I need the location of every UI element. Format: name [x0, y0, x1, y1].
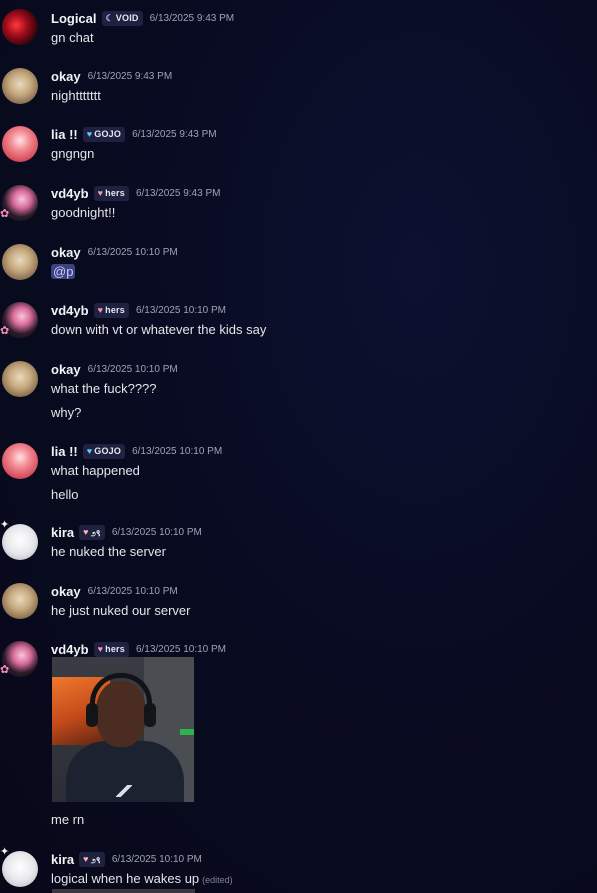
message-text: down with vt or whatever the kids say	[51, 322, 267, 337]
username[interactable]: okay	[51, 69, 81, 84]
tag-label: VOID	[115, 13, 139, 23]
username[interactable]: vd4yb	[51, 186, 89, 201]
server-tag[interactable]: ♥ hers	[93, 641, 129, 657]
avatar[interactable]	[2, 361, 38, 397]
message-header: kira ♥ ೨९ 6/13/2025 10:10 PM	[51, 849, 202, 869]
timestamp: 6/13/2025 10:10 PM	[135, 304, 227, 316]
server-tag[interactable]: ♥ ೨९	[79, 851, 105, 867]
star-icon: ✦	[0, 519, 10, 531]
message-header: vd4yb ♥ hers 6/13/2025 10:10 PM	[51, 300, 226, 320]
timestamp: 6/13/2025 10:10 PM	[135, 643, 227, 655]
message-header: vd4yb ♥ hers 6/13/2025 10:10 PM	[51, 639, 226, 659]
message-text: logical when he wakes up (edited)	[51, 871, 233, 886]
timestamp: 6/13/2025 9:43 PM	[132, 128, 217, 140]
message-text: what happened	[51, 463, 140, 478]
heart-icon: ♥	[86, 128, 93, 139]
username[interactable]: kira	[51, 525, 74, 540]
server-tag[interactable]: ♥ GOJO	[82, 126, 126, 142]
message-text: he just nuked our server	[51, 603, 191, 618]
message-text: gngngn	[51, 146, 95, 161]
avatar[interactable]	[2, 9, 38, 45]
tag-label: ೨९	[90, 854, 101, 865]
image-detail	[180, 729, 194, 735]
heart-icon: ♥	[97, 643, 104, 654]
logo-icon	[116, 785, 132, 797]
message-header: lia !! ♥ GOJO 6/13/2025 10:10 PM	[51, 441, 222, 461]
message-header: okay 6/13/2025 10:10 PM	[51, 581, 178, 601]
flower-icon: ✿	[0, 664, 10, 676]
message-text: hello	[51, 487, 79, 502]
username[interactable]: okay	[51, 245, 81, 260]
heart-icon: ♥	[83, 526, 89, 537]
user-mention[interactable]: @p	[51, 264, 76, 279]
avatar[interactable]	[2, 68, 38, 104]
tag-label: GOJO	[94, 446, 122, 456]
heart-icon: ♥	[97, 304, 104, 315]
tag-label: ೨९	[90, 527, 101, 538]
message-header: vd4yb ♥ hers 6/13/2025 9:43 PM	[51, 183, 220, 203]
message-text: me rn	[51, 812, 85, 827]
timestamp: 6/13/2025 10:10 PM	[87, 246, 178, 258]
message-text: he nuked the server	[51, 544, 166, 559]
heart-icon: ♥	[83, 853, 89, 864]
username[interactable]: lia !!	[51, 127, 78, 142]
username[interactable]: okay	[51, 584, 81, 599]
heart-icon: ♥	[86, 445, 93, 456]
server-tag[interactable]: ♥ hers	[93, 185, 129, 201]
message-text: why?	[51, 405, 82, 420]
username[interactable]: lia !!	[51, 444, 78, 459]
timestamp: 6/13/2025 9:43 PM	[149, 12, 235, 24]
server-tag[interactable]: ♥ ೨९	[79, 524, 105, 540]
message-text: gn chat	[51, 30, 94, 45]
moon-icon: ☾	[105, 12, 114, 23]
message-header: okay 6/13/2025 10:10 PM	[51, 359, 178, 379]
timestamp: 6/13/2025 9:43 PM	[135, 187, 221, 199]
message-text: goodnight!!	[51, 205, 116, 220]
server-tag[interactable]: ♥ hers	[93, 302, 129, 318]
message-text: @p	[51, 264, 76, 279]
username[interactable]: Logical	[51, 11, 97, 26]
star-icon: ✦	[0, 846, 10, 858]
avatar[interactable]	[2, 126, 38, 162]
tag-label: GOJO	[94, 129, 122, 139]
avatar[interactable]	[2, 244, 38, 280]
timestamp: 6/13/2025 9:43 PM	[87, 70, 173, 82]
avatar[interactable]	[2, 583, 38, 619]
timestamp: 6/13/2025 10:10 PM	[111, 853, 202, 865]
chat-messages: Logical ☾ VOID 6/13/2025 9:43 PM gn chat …	[0, 0, 597, 893]
username[interactable]: okay	[51, 362, 81, 377]
timestamp: 6/13/2025 10:10 PM	[111, 526, 202, 538]
tag-label: hers	[105, 305, 125, 315]
timestamp: 6/13/2025 10:10 PM	[87, 585, 178, 597]
message-header: lia !! ♥ GOJO 6/13/2025 9:43 PM	[51, 124, 217, 144]
message-header: okay 6/13/2025 10:10 PM	[51, 242, 178, 262]
heart-icon: ♥	[97, 187, 104, 198]
flower-icon: ✿	[0, 325, 10, 337]
username[interactable]: kira	[51, 852, 74, 867]
server-tag[interactable]: ☾ VOID	[101, 10, 143, 26]
username[interactable]: vd4yb	[51, 303, 89, 318]
tag-label: hers	[105, 644, 125, 654]
image-attachment[interactable]	[52, 657, 194, 802]
timestamp: 6/13/2025 10:10 PM	[132, 445, 223, 457]
message-text: nighttttttt	[51, 88, 101, 103]
image-attachment[interactable]	[52, 889, 195, 893]
username[interactable]: vd4yb	[51, 642, 89, 657]
edited-label: (edited)	[202, 875, 233, 885]
timestamp: 6/13/2025 10:10 PM	[87, 363, 178, 375]
tag-label: hers	[105, 188, 125, 198]
server-tag[interactable]: ♥ GOJO	[82, 443, 126, 459]
message-text-content: logical when he wakes up	[51, 871, 200, 886]
message-header: okay 6/13/2025 9:43 PM	[51, 66, 172, 86]
flower-icon: ✿	[0, 208, 10, 220]
avatar[interactable]	[2, 443, 38, 479]
message-text: what the fuck????	[51, 381, 157, 396]
message-header: Logical ☾ VOID 6/13/2025 9:43 PM	[51, 8, 234, 28]
message-header: kira ♥ ೨९ 6/13/2025 10:10 PM	[51, 522, 202, 542]
